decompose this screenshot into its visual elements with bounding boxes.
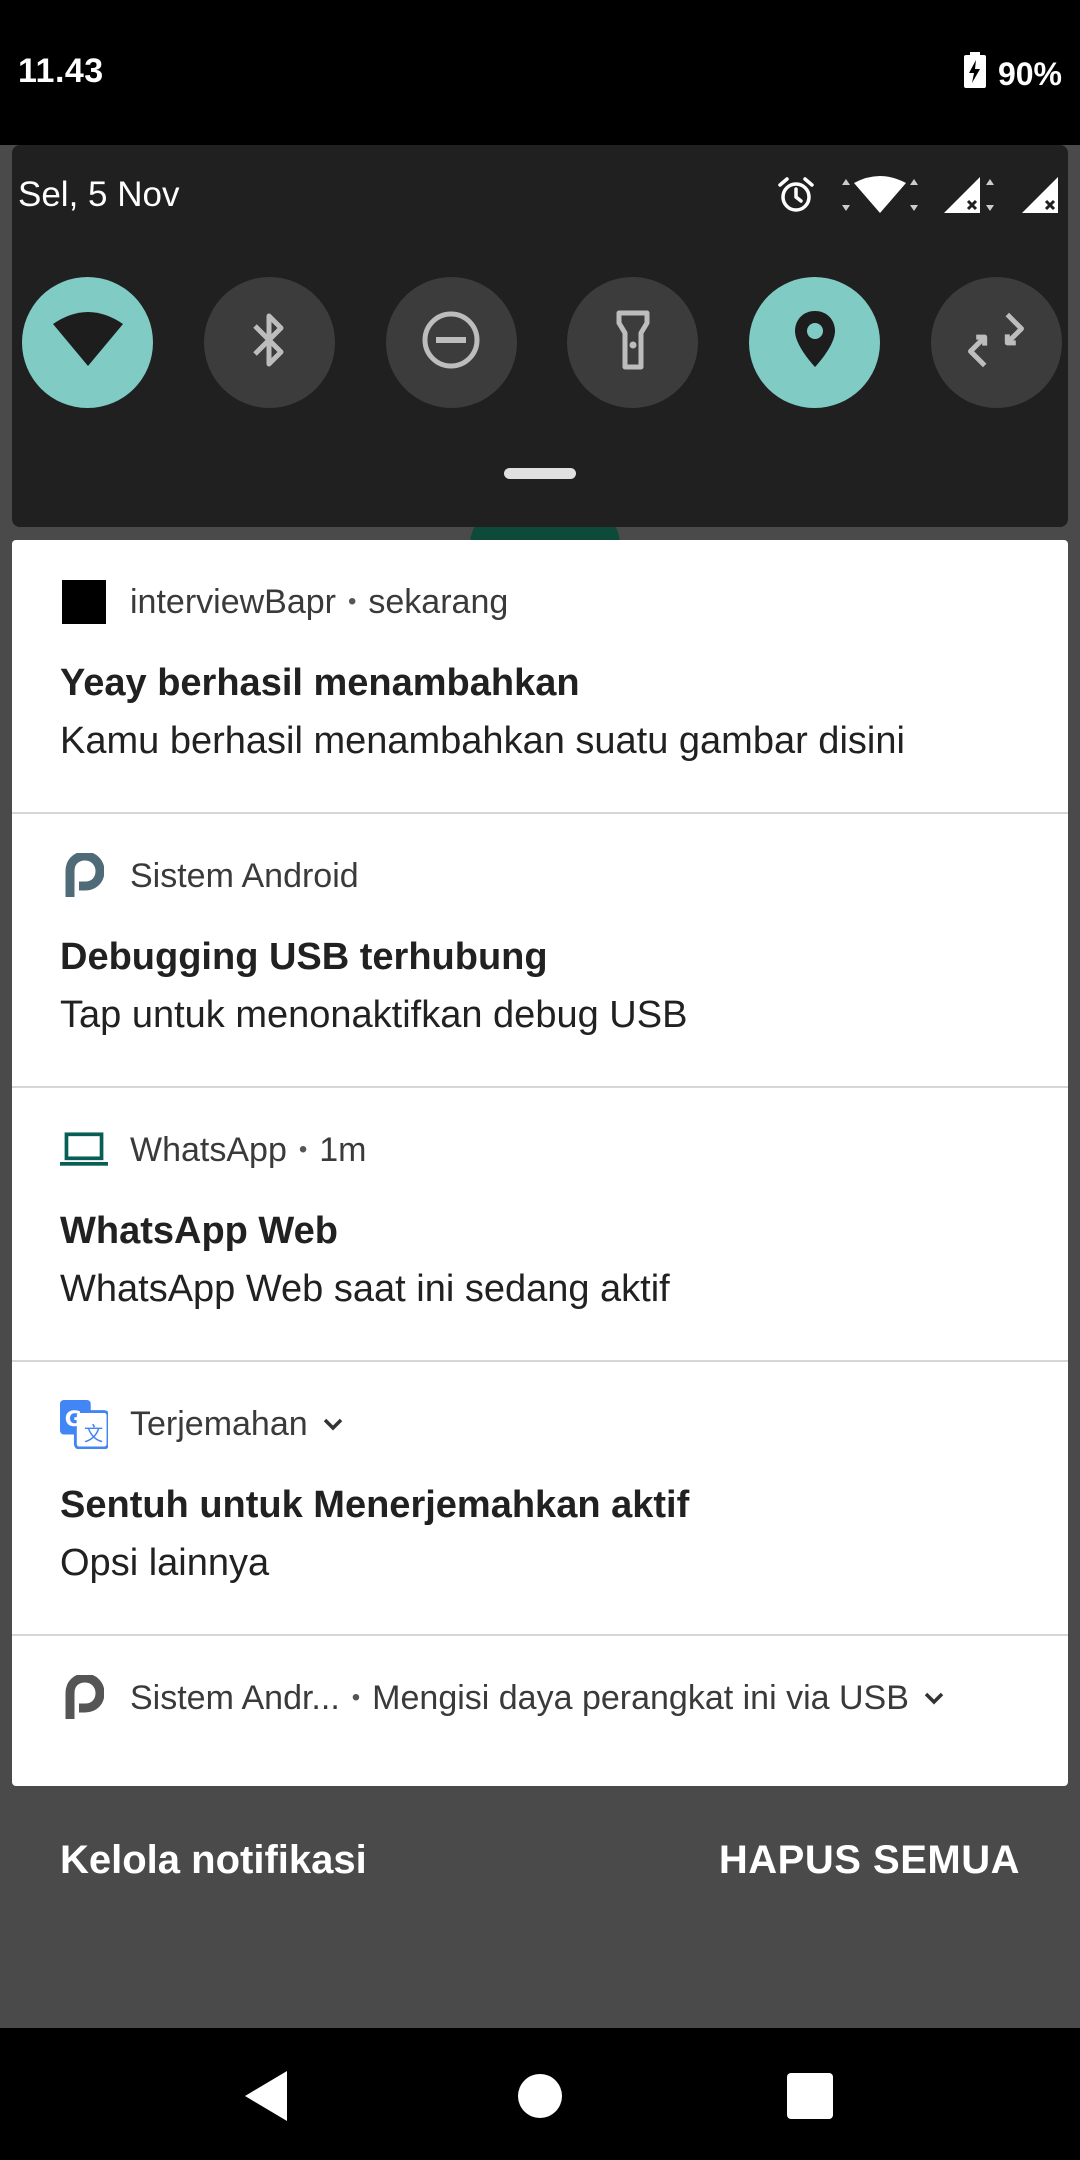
separator-dot: • bbox=[351, 1684, 361, 1711]
expand-chevron-icon[interactable] bbox=[322, 1417, 344, 1431]
notification-text: Kamu berhasil menambahkan suatu gambar d… bbox=[60, 720, 905, 762]
do-not-disturb-icon bbox=[420, 309, 482, 376]
notification-item[interactable]: Sistem Andr... • Mengisi daya perangkat … bbox=[12, 1636, 1068, 1786]
app-name: interviewBapr bbox=[130, 582, 336, 621]
alarm-icon bbox=[776, 175, 816, 220]
notification-text: Opsi lainnya bbox=[60, 1542, 270, 1584]
battery-percent: 90% bbox=[997, 55, 1062, 92]
manage-notifications-button[interactable]: Kelola notifikasi bbox=[60, 1838, 367, 1883]
square-app-icon bbox=[60, 578, 108, 626]
location-tile[interactable] bbox=[749, 277, 881, 408]
cell-signal-icon-2 bbox=[1020, 175, 1060, 220]
app-name: Sistem Andr... bbox=[130, 1678, 340, 1717]
cell-signal-icon-1 bbox=[944, 175, 998, 220]
wifi-tile[interactable] bbox=[22, 277, 153, 408]
bluetooth-tile[interactable] bbox=[203, 277, 335, 408]
wifi-signal-icon bbox=[838, 175, 922, 220]
battery-status: 90% bbox=[963, 52, 1062, 96]
recents-icon[interactable] bbox=[780, 2066, 840, 2126]
qs-date: Sel, 5 Nov bbox=[18, 175, 180, 214]
battery-charging-icon bbox=[963, 52, 986, 96]
android-system-icon bbox=[60, 1674, 108, 1722]
wifi-icon bbox=[52, 312, 123, 373]
notification-item[interactable]: G 文 Terjemahan Sentuh untuk Menerjemahka… bbox=[12, 1362, 1068, 1636]
flashlight-icon bbox=[613, 309, 653, 376]
svg-text:文: 文 bbox=[84, 1422, 103, 1445]
screen: 11.43 90% Sel, 5 Nov interviewBapr • sek… bbox=[0, 0, 1080, 2160]
quick-settings-panel: Sel, 5 Nov bbox=[12, 145, 1068, 527]
notification-item[interactable]: Sistem Android Debugging USB terhubung T… bbox=[12, 814, 1068, 1088]
auto-rotate-tile[interactable] bbox=[930, 277, 1062, 408]
app-name: Terjemahan bbox=[130, 1404, 308, 1443]
clear-all-button[interactable]: HAPUS SEMUA bbox=[719, 1838, 1020, 1883]
qs-expand-handle[interactable] bbox=[504, 468, 576, 479]
app-name: WhatsApp bbox=[130, 1130, 287, 1169]
bluetooth-icon bbox=[249, 310, 289, 375]
notification-item[interactable]: WhatsApp • 1m WhatsApp Web WhatsApp Web … bbox=[12, 1088, 1068, 1362]
notification-header: G 文 Terjemahan bbox=[60, 1400, 344, 1449]
notification-time: sekarang bbox=[368, 582, 509, 621]
notification-title: Debugging USB terhubung bbox=[60, 936, 548, 978]
navigation-bar bbox=[0, 2028, 1080, 2160]
svg-text:G: G bbox=[65, 1406, 82, 1431]
separator-dot: • bbox=[347, 588, 357, 615]
do-not-disturb-tile[interactable] bbox=[385, 277, 517, 408]
android-system-icon bbox=[60, 852, 108, 900]
flashlight-tile[interactable] bbox=[567, 277, 699, 408]
notification-text: Tap untuk menonaktifkan debug USB bbox=[60, 994, 688, 1036]
translate-icon: G 文 bbox=[60, 1400, 108, 1449]
back-icon[interactable] bbox=[236, 2066, 296, 2126]
home-icon[interactable] bbox=[510, 2066, 570, 2126]
notification-header: Sistem Android bbox=[60, 852, 359, 900]
expand-chevron-icon[interactable] bbox=[923, 1691, 945, 1705]
qs-status-icons bbox=[776, 175, 1060, 220]
notification-summary: Mengisi daya perangkat ini via USB bbox=[372, 1678, 909, 1717]
notification-text: WhatsApp Web saat ini sedang aktif bbox=[60, 1268, 670, 1310]
notification-header: Sistem Andr... • Mengisi daya perangkat … bbox=[60, 1674, 945, 1722]
notification-header: WhatsApp • 1m bbox=[60, 1126, 367, 1174]
notification-list: interviewBapr • sekarang Yeay berhasil m… bbox=[12, 540, 1068, 1786]
auto-rotate-icon bbox=[964, 308, 1028, 377]
notification-title: Sentuh untuk Menerjemahkan aktif bbox=[60, 1484, 690, 1526]
separator-dot: • bbox=[298, 1136, 308, 1163]
status-bar: 11.43 90% bbox=[0, 0, 1080, 145]
status-time: 11.43 bbox=[18, 52, 104, 90]
app-name: Sistem Android bbox=[130, 856, 359, 895]
location-icon bbox=[792, 309, 838, 376]
notification-time: 1m bbox=[319, 1130, 367, 1169]
notification-title: WhatsApp Web bbox=[60, 1210, 338, 1252]
notification-title: Yeay berhasil menambahkan bbox=[60, 662, 580, 704]
laptop-icon bbox=[60, 1126, 108, 1174]
notification-header: interviewBapr • sekarang bbox=[60, 578, 508, 626]
notification-item[interactable]: interviewBapr • sekarang Yeay berhasil m… bbox=[12, 540, 1068, 814]
qs-tiles bbox=[22, 277, 1062, 408]
